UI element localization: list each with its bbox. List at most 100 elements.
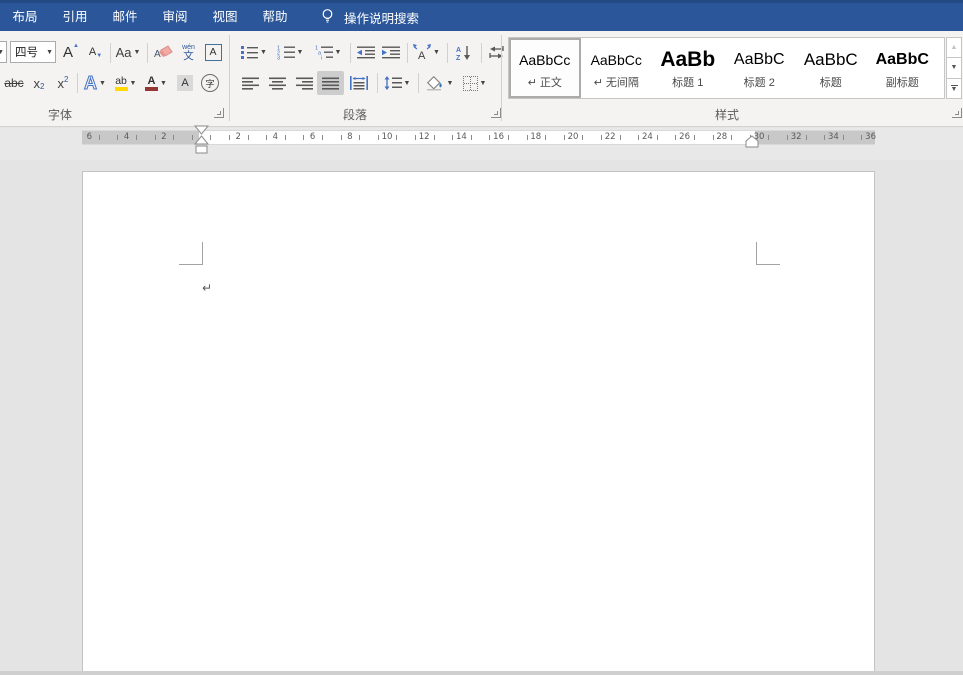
asian-layout-button[interactable]: A ▼ [410, 40, 443, 64]
character-border-button[interactable]: A [201, 40, 225, 64]
style-title[interactable]: AaBbC标题 [795, 38, 867, 98]
text-highlight-button[interactable]: ab ▼ [110, 71, 141, 95]
font-name-combo[interactable]: ▼ [0, 41, 7, 63]
multilevel-list-button[interactable]: 1 a i ▼ [311, 40, 345, 64]
numbering-button[interactable]: 1 2 3 ▼ [273, 40, 307, 64]
svg-text:A: A [154, 49, 161, 60]
right-indent-marker[interactable] [745, 135, 759, 148]
tell-me-label: 操作说明搜索 [344, 8, 419, 27]
gallery-more-button[interactable]: ▼ [947, 79, 961, 98]
align-center-button[interactable] [265, 71, 289, 95]
ruler-number: 16 [493, 131, 504, 144]
font-size-combo[interactable]: 四号 ▼ [10, 41, 56, 63]
tab-视图[interactable]: 视图 [200, 3, 250, 31]
first-line-indent-marker[interactable] [194, 125, 209, 135]
paragraph-group: ▼ 1 2 3 ▼ 1 a [229, 31, 501, 127]
tab-审阅[interactable]: 审阅 [150, 3, 200, 31]
style-normal[interactable]: AaBbCc↵ 正文 [509, 38, 581, 98]
strikethrough-button[interactable]: abc [1, 71, 27, 95]
ruler-tick [471, 135, 472, 140]
distribute-button[interactable] [346, 71, 372, 95]
justify-button[interactable] [317, 71, 344, 95]
tab-邮件[interactable]: 邮件 [100, 3, 150, 31]
decrease-indent-button[interactable] [354, 40, 378, 64]
font-dialog-launcher-icon[interactable] [214, 108, 224, 118]
phonetic-guide-button[interactable]: wén 文 [177, 40, 200, 64]
svg-text:Z: Z [456, 55, 461, 60]
crop-mark-top-right [756, 242, 757, 265]
ruler-number: 6 [310, 131, 315, 144]
sort-icon: A Z [456, 45, 472, 60]
borders-grid-icon [463, 76, 478, 91]
horizontal-scrollbar-track[interactable] [0, 671, 963, 675]
chevron-down-icon: ▼ [447, 80, 454, 87]
hanging-indent-marker[interactable] [194, 135, 209, 145]
chevron-down-icon: ▼ [0, 49, 4, 56]
svg-text:3: 3 [277, 55, 280, 60]
styles-dialog-launcher-icon[interactable] [952, 108, 962, 118]
chevron-down-icon: ▼ [335, 49, 342, 56]
superscript-button[interactable]: x2 [52, 71, 74, 95]
ruler-number: 24 [642, 131, 653, 144]
paragraph-dialog-launcher-icon[interactable] [491, 108, 501, 118]
ruler-tick [582, 135, 583, 140]
ruler-tick [192, 135, 193, 140]
font-color-icon: A [145, 76, 158, 91]
tab-引用[interactable]: 引用 [50, 3, 100, 31]
styles-gallery: AaBbCc↵ 正文AaBbCc↵ 无间隔AaBb标题 1AaBbC标题 2Aa… [508, 37, 945, 99]
character-shading-button[interactable]: A [173, 71, 197, 95]
ruler-tick [136, 135, 137, 140]
grow-font-button[interactable]: A▲ [59, 40, 83, 64]
style-heading1[interactable]: AaBb标题 1 [652, 38, 724, 98]
subscript-button[interactable]: x2 [28, 71, 50, 95]
enclose-characters-button[interactable]: 字 [198, 71, 222, 95]
gallery-scroll-up-button[interactable]: ▲ [947, 38, 961, 58]
decrease-indent-icon [357, 46, 375, 59]
ruler-number: 28 [716, 131, 727, 144]
clear-formatting-button[interactable]: A [150, 40, 176, 64]
borders-button[interactable]: ▼ [458, 71, 491, 95]
style-nospacing[interactable]: AaBbCc↵ 无间隔 [581, 38, 653, 98]
align-left-button[interactable] [238, 71, 262, 95]
chevron-down-icon: ▼ [160, 80, 167, 87]
style-subtitle[interactable]: AaBbC副标题 [867, 38, 939, 98]
chevron-down-icon: ▼ [297, 49, 304, 56]
sort-button[interactable]: A Z [451, 40, 477, 64]
asian-layout-icon: A [413, 44, 431, 61]
style-heading2[interactable]: AaBbC标题 2 [724, 38, 796, 98]
ruler-number: 2 [161, 131, 166, 144]
ruler-tick [396, 135, 397, 140]
tab-帮助[interactable]: 帮助 [250, 3, 300, 31]
increase-indent-icon [382, 46, 400, 59]
shading-button[interactable]: ▼ [422, 71, 456, 95]
ruler-tick [527, 135, 528, 140]
word-window: 布局引用邮件审阅视图帮助 操作说明搜索 ▼ 四号 ▼ [0, 0, 963, 675]
style-name: ↵ 无间隔 [594, 75, 639, 91]
chevron-down-icon: ▼ [130, 80, 137, 87]
bullets-button[interactable]: ▼ [238, 40, 270, 64]
style-preview: AaBb [660, 45, 715, 75]
tell-me-search[interactable]: 操作说明搜索 [320, 3, 419, 31]
distribute-icon [350, 76, 368, 90]
font-color-button[interactable]: A ▼ [141, 71, 171, 95]
chevron-down-icon: ▼ [480, 80, 487, 87]
left-indent-marker[interactable] [195, 145, 208, 154]
document-page[interactable]: ↵ [82, 171, 875, 671]
text-effects-button[interactable]: A▼ [80, 71, 110, 95]
tab-布局[interactable]: 布局 [0, 3, 50, 31]
line-spacing-button[interactable]: ▼ [381, 71, 413, 95]
change-case-button[interactable]: Aa▼ [113, 40, 143, 64]
ruler-number: 14 [456, 131, 467, 144]
gallery-scroll-down-button[interactable]: ▼ [947, 58, 961, 78]
ruler-tick [434, 135, 435, 140]
shrink-font-button[interactable]: A▼ [85, 40, 106, 64]
increase-indent-button[interactable] [379, 40, 403, 64]
ruler-tick [285, 135, 286, 140]
ruler-tick [620, 135, 621, 140]
crop-mark-top-left [179, 264, 203, 265]
ruler-tick [824, 135, 825, 140]
ruler-tick [694, 135, 695, 140]
align-right-button[interactable] [292, 71, 316, 95]
ruler-tick [843, 135, 844, 140]
ruler-tick [675, 135, 676, 140]
